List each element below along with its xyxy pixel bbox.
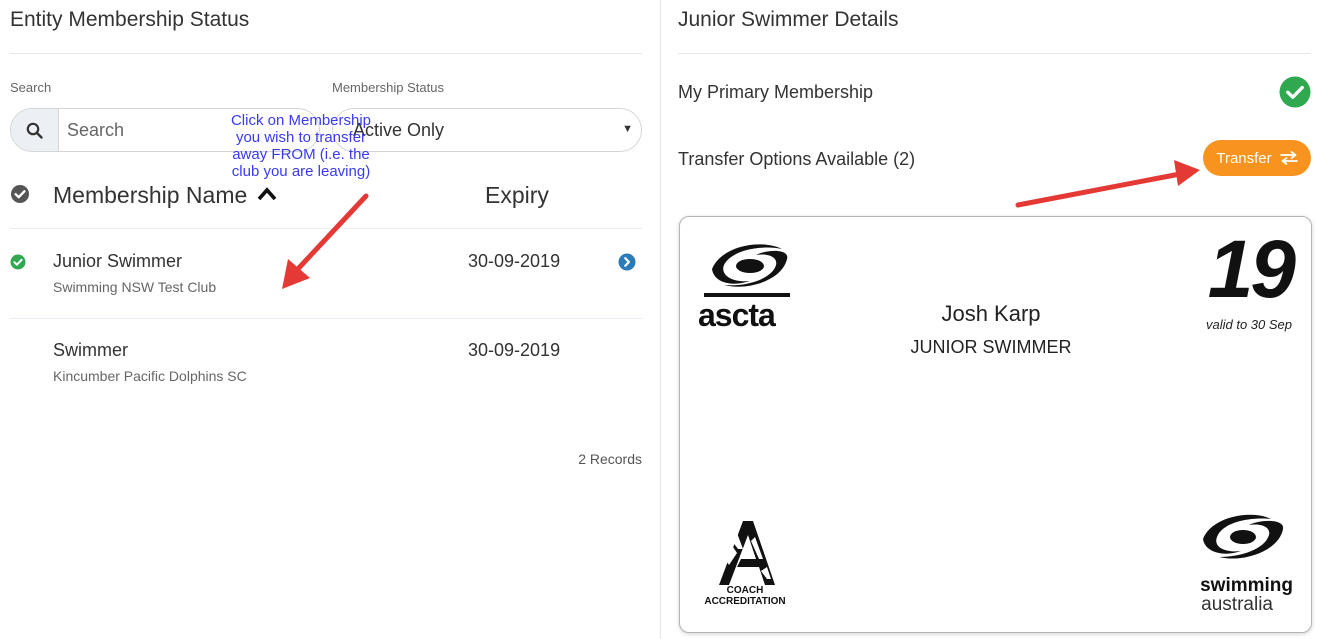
primary-membership-label: My Primary Membership [678, 82, 874, 102]
card-valid-until: valid to 30 Sep [1205, 317, 1292, 332]
panel-title: Junior Swimmer Details [678, 8, 899, 31]
column-header-expiry[interactable]: Expiry [485, 182, 549, 209]
entity-membership-panel: Entity Membership Status Search Membersh… [0, 0, 655, 639]
coach-accreditation-logo [719, 521, 775, 585]
swap-arrows-icon [1279, 151, 1298, 165]
membership-name: Swimmer [53, 340, 128, 360]
swimming-australia-text: australia [1201, 594, 1273, 615]
accreditation-line: ACCREDITATION [704, 596, 786, 607]
membership-expiry: 30-09-2019 [468, 251, 561, 271]
coach-line: COACH [726, 585, 764, 596]
membership-club: Swimming NSW Test Club [53, 279, 217, 295]
chevron-up-icon[interactable] [256, 186, 278, 207]
check-circle-icon [10, 254, 26, 275]
annotation-line: Click on Membership [230, 112, 372, 129]
records-count: 2 Records [578, 451, 642, 467]
title-divider [10, 53, 642, 54]
column-header-membership-name[interactable]: Membership Name [53, 182, 247, 209]
annotation-text: Click on Membership you wish to transfer… [216, 112, 386, 180]
search-button[interactable] [11, 109, 59, 151]
check-circle-icon [1279, 76, 1311, 113]
card-member-role: JUNIOR SWIMMER [910, 337, 1072, 357]
membership-card: ascta Josh Karp JUNIOR SWIMMER 19 valid … [679, 216, 1312, 633]
transfer-options-label: Transfer Options Available (2) [678, 149, 916, 169]
swimmer-details-panel: Junior Swimmer Details My Primary Member… [668, 0, 1319, 639]
swimming-australia-logo [1203, 514, 1284, 559]
select-all-check-icon[interactable] [10, 184, 30, 209]
membership-name: Junior Swimmer [53, 251, 183, 271]
annotation-line: you wish to transfer [235, 129, 367, 146]
panel-divider [660, 0, 661, 639]
membership-row[interactable]: Junior Swimmer Swimming NSW Test Club 30… [10, 229, 642, 319]
membership-club: Kincumber Pacific Dolphins SC [53, 368, 247, 384]
annotation-line: club you are leaving) [231, 163, 371, 180]
search-label: Search [10, 80, 52, 95]
search-icon [26, 122, 43, 139]
title-divider [678, 53, 1311, 54]
coach-accreditation-text: COACH ACCREDITATION [700, 585, 790, 607]
transfer-button[interactable]: Transfer [1203, 140, 1311, 176]
annotation-line: away FROM (i.e. the [232, 146, 370, 163]
panel-title: Entity Membership Status [10, 8, 250, 31]
membership-expiry: 30-09-2019 [468, 340, 561, 360]
transfer-button-label: Transfer [1216, 149, 1272, 167]
ascta-swirl-logo [704, 244, 790, 297]
membership-status-label: Membership Status [332, 80, 444, 95]
card-year: 19 [1207, 224, 1296, 315]
chevron-right-circle-icon[interactable] [618, 253, 636, 276]
dropdown-caret-icon: ▼ [622, 123, 633, 135]
membership-row[interactable]: Swimmer Kincumber Pacific Dolphins SC 30… [10, 318, 642, 408]
